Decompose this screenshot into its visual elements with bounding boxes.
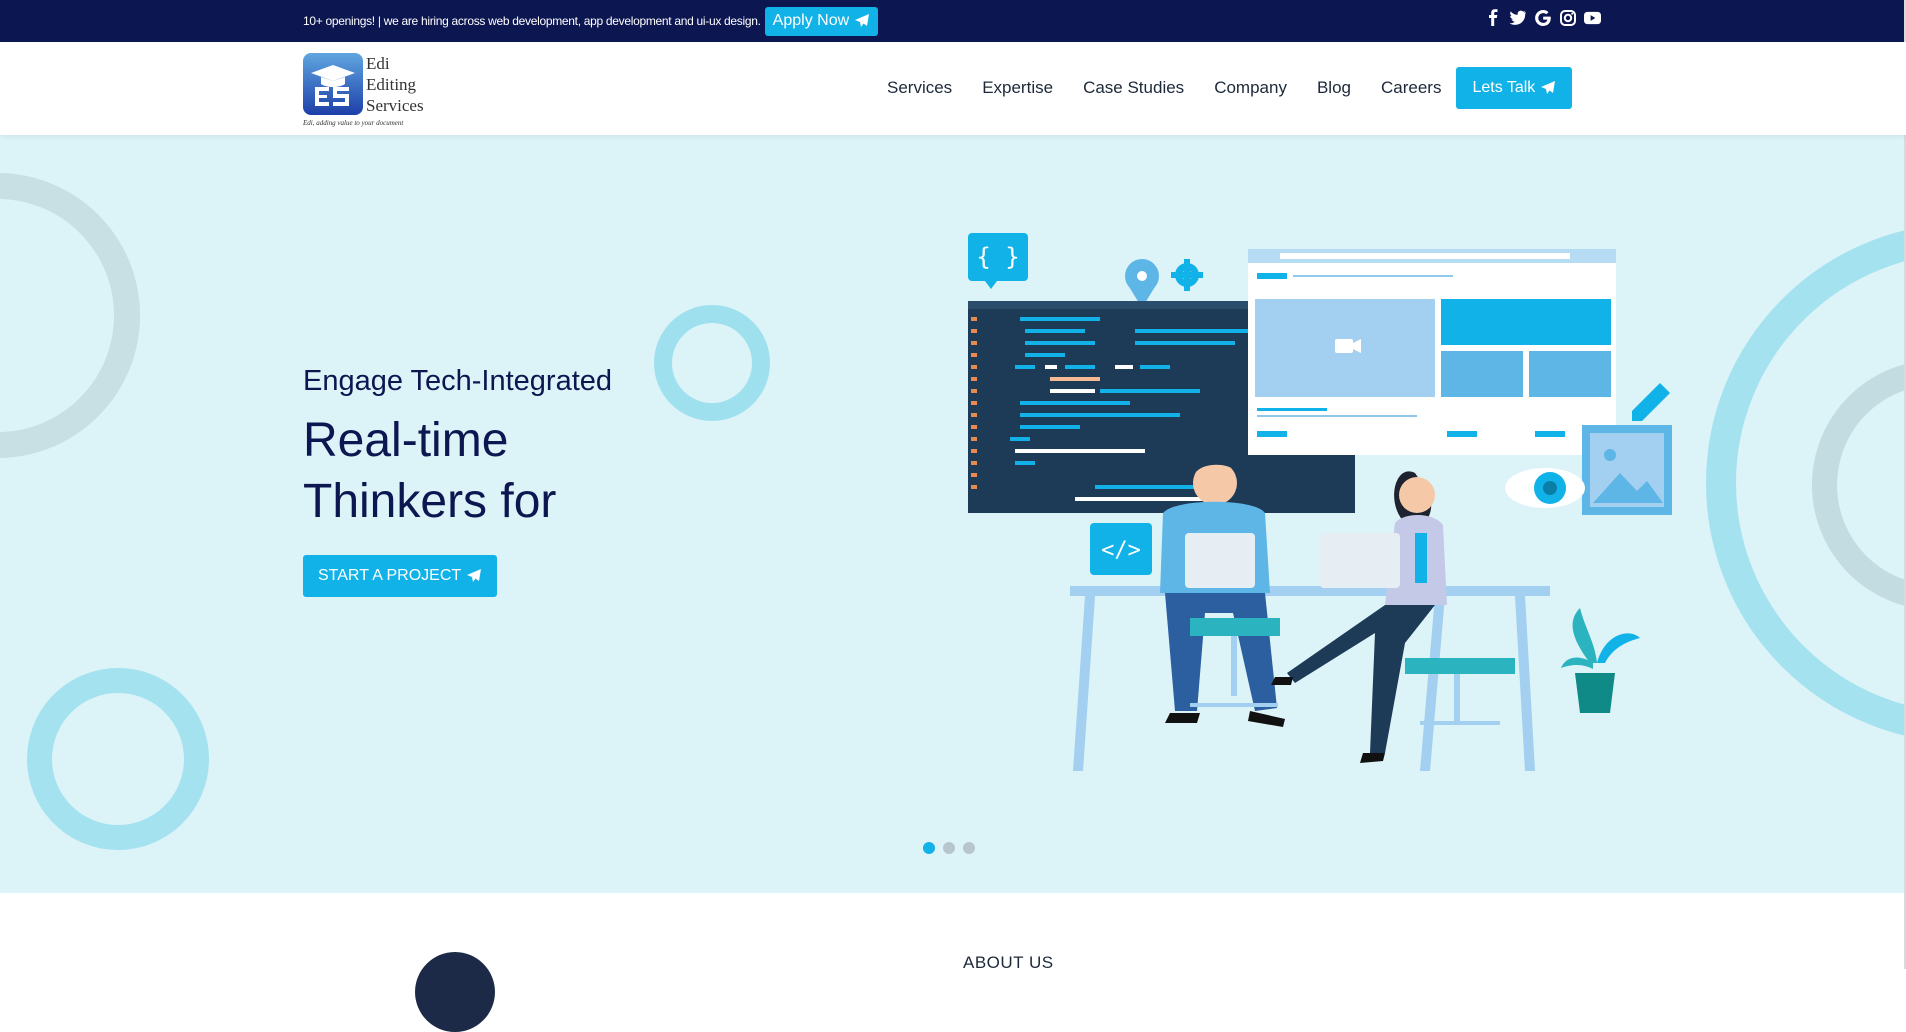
- paper-plane-icon: [467, 569, 482, 582]
- logo-line-3: Services: [366, 96, 424, 115]
- apply-now-label: Apply Now: [772, 12, 850, 29]
- about-us-label: ABOUT US: [963, 953, 1054, 972]
- paper-plane-icon: [1541, 81, 1556, 94]
- instagram-icon[interactable]: [1559, 9, 1576, 26]
- hero-copy: Engage Tech-Integrated Real-time Thinker…: [303, 365, 703, 597]
- hero-slider: Engage Tech-Integrated Real-time Thinker…: [0, 135, 1906, 893]
- nav-careers[interactable]: Careers: [1381, 78, 1441, 98]
- logo-line-2: Editing: [366, 75, 417, 94]
- location-pin-icon: [1125, 259, 1159, 308]
- hero-title: Real-time Thinkers for: [303, 414, 557, 528]
- lets-talk-button[interactable]: Lets Talk: [1456, 67, 1573, 109]
- slider-dot-2[interactable]: [943, 842, 955, 854]
- code-tag-icon: </>: [1090, 523, 1152, 575]
- youtube-icon[interactable]: [1584, 9, 1601, 26]
- logo-wordmark: Edi Editing Services: [366, 53, 424, 116]
- logo-mark-icon: [303, 53, 363, 115]
- announcement-bar: 10+ openings! | we are hiring across web…: [0, 0, 1906, 42]
- nav-blog[interactable]: Blog: [1317, 78, 1351, 98]
- svg-text:</>: </>: [1101, 538, 1141, 563]
- nav-expertise[interactable]: Expertise: [982, 78, 1053, 98]
- logo-line-1: Edi: [366, 54, 390, 73]
- gear-icon: [1171, 259, 1203, 291]
- start-project-button[interactable]: START A PROJECT: [303, 555, 498, 597]
- image-icon: [1582, 425, 1672, 515]
- facebook-icon[interactable]: [1484, 9, 1501, 26]
- slider-dot-3[interactable]: [963, 842, 975, 854]
- plant-icon: [1561, 608, 1640, 713]
- site-logo[interactable]: Edi Editing Services Edi, adding value t…: [303, 53, 433, 129]
- svg-text:{ }: { }: [976, 243, 1019, 271]
- hero-subtitle: Engage Tech-Integrated: [303, 365, 613, 397]
- decor-ring-left-bottom: [27, 668, 209, 850]
- eye-icon: [1505, 468, 1585, 508]
- slider-dot-1[interactable]: [923, 842, 935, 854]
- desk: [1070, 586, 1550, 771]
- code-braces-icon: { }: [968, 233, 1028, 289]
- lets-talk-label: Lets Talk: [1472, 79, 1536, 96]
- nav-case-studies[interactable]: Case Studies: [1083, 78, 1184, 98]
- developers-illustration: { } </>: [968, 233, 1672, 771]
- slider-dots: [923, 842, 975, 854]
- start-project-label: START A PROJECT: [318, 567, 462, 584]
- decor-ring-left-top: [0, 173, 140, 458]
- site-header: Edi Editing Services Edi, adding value t…: [0, 42, 1906, 135]
- twitter-icon[interactable]: [1509, 9, 1526, 26]
- main-nav: Services Expertise Case Studies Company …: [887, 67, 1573, 109]
- google-icon[interactable]: [1534, 9, 1551, 26]
- about-avatar: [415, 952, 495, 1032]
- video-camera-icon: [1335, 339, 1361, 353]
- woman-figure: [1271, 471, 1515, 763]
- paper-plane-icon: [855, 14, 870, 27]
- hiring-message: 10+ openings! | we are hiring across web…: [303, 14, 761, 28]
- browser-window: [1248, 249, 1616, 455]
- nav-company[interactable]: Company: [1214, 78, 1287, 98]
- logo-tagline: Edi, adding value to your document: [303, 119, 404, 127]
- pen-tool-icon: [1632, 383, 1670, 421]
- apply-now-button[interactable]: Apply Now: [764, 6, 879, 36]
- nav-services[interactable]: Services: [887, 78, 952, 98]
